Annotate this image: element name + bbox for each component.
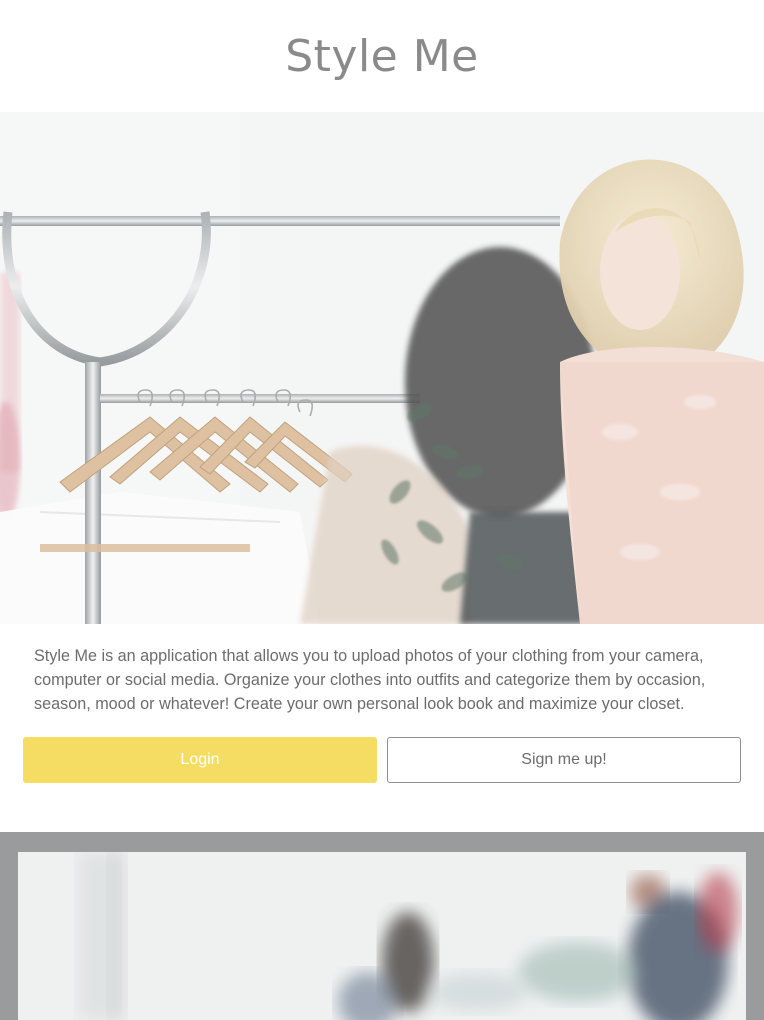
login-button[interactable]: Login [23, 737, 377, 783]
gallery-section [0, 832, 764, 1020]
hero-image [0, 112, 764, 624]
app-header: Style Me [0, 0, 764, 112]
gallery-image [18, 852, 746, 1020]
signup-button[interactable]: Sign me up! [387, 737, 741, 783]
app-title: Style Me [285, 30, 479, 82]
auth-actions: Login Sign me up! [23, 737, 741, 783]
boutique-blurred-image [18, 852, 746, 1020]
clothing-rack-hero-image [0, 112, 764, 624]
app-description: Style Me is an application that allows y… [34, 647, 706, 713]
intro-section: Style Me is an application that allows y… [0, 624, 764, 832]
